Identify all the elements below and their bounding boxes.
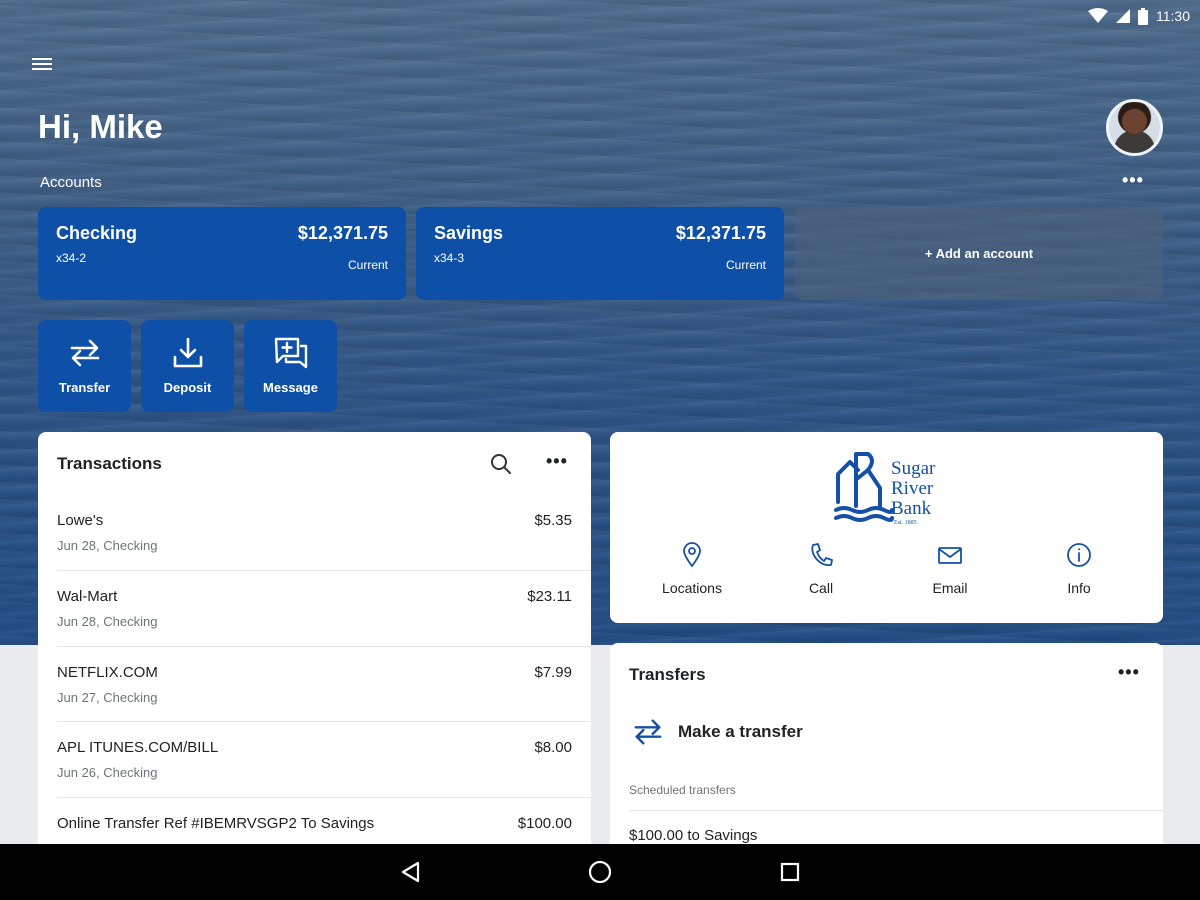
transaction-details: Jun 27, Checking: [57, 690, 158, 705]
email-button[interactable]: Email: [890, 542, 1010, 596]
quick-action-label: Deposit: [163, 380, 212, 395]
info-icon: [1067, 543, 1091, 567]
bank-info-card: Sugar River Bank Est. 1885 Locations Cal…: [610, 432, 1163, 623]
transaction-row[interactable]: Lowe's Jun 28, Checking $5.35: [38, 512, 591, 587]
transaction-details: Jun 26, Checking: [57, 765, 158, 780]
transaction-row[interactable]: Wal-Mart Jun 28, Checking $23.11: [38, 588, 591, 663]
bank-action-label: Info: [1067, 580, 1091, 596]
quick-action-label: Transfer: [58, 380, 111, 395]
account-number: x34-2: [56, 251, 87, 265]
account-number: x34-3: [434, 251, 465, 265]
transfers-title: Transfers: [629, 665, 706, 684]
deposit-icon: [173, 337, 202, 368]
account-balance: $12,371.75: [297, 223, 388, 243]
transfer-icon: [634, 719, 662, 745]
transaction-name: Lowe's: [57, 512, 104, 529]
recents-icon[interactable]: [779, 860, 801, 884]
account-balance: $12,371.75: [675, 223, 766, 243]
transaction-details: Jun 28, Checking: [57, 538, 158, 553]
transaction-name: Online Transfer Ref #IBEMRVSGP2 To Savin…: [57, 815, 375, 832]
transaction-amount: $8.00: [534, 739, 572, 756]
make-transfer-label: Make a transfer: [678, 722, 803, 741]
bank-logo-word: Bank: [891, 498, 932, 519]
wifi-icon: [1088, 8, 1108, 23]
info-button[interactable]: Info: [1019, 542, 1139, 596]
transfers-card: Transfers ••• Make a transfer Scheduled …: [610, 643, 1163, 873]
divider: [57, 570, 591, 571]
transfer-icon: [70, 339, 99, 367]
bank-action-label: Locations: [662, 580, 722, 596]
accounts-label: Accounts: [40, 174, 102, 191]
home-icon[interactable]: [588, 860, 612, 884]
divider: [57, 721, 591, 722]
system-nav-bar: [0, 844, 1200, 900]
back-icon[interactable]: [400, 860, 422, 884]
battery-icon: [1138, 7, 1148, 25]
transaction-amount: $7.99: [534, 664, 572, 681]
add-account-button[interactable]: + Add an account: [795, 207, 1163, 300]
account-balance-type: Current: [347, 258, 388, 272]
bank-logo: Sugar River Bank Est. 1885: [834, 452, 936, 526]
bank-action-label: Call: [808, 580, 834, 596]
divider: [57, 646, 591, 647]
transfer-button[interactable]: Transfer: [38, 320, 131, 412]
search-icon[interactable]: [489, 452, 513, 476]
divider: [57, 797, 591, 798]
greeting-title: Hi, Mike: [38, 108, 163, 145]
transaction-name: NETFLIX.COM: [57, 664, 158, 681]
bank-logo-est: Est. 1885: [894, 520, 917, 526]
scheduled-transfers-label: Scheduled transfers: [629, 783, 736, 797]
make-transfer-button[interactable]: Make a transfer: [632, 716, 803, 748]
transfers-more-icon[interactable]: •••: [1118, 662, 1140, 683]
divider: [629, 810, 1163, 811]
bank-logo-word: Sugar: [891, 458, 936, 479]
status-time: 11:30: [1156, 8, 1190, 24]
status-bar: 11:30: [0, 0, 1200, 32]
account-card-checking[interactable]: Checking x34-2 $12,371.75 Current: [38, 207, 406, 300]
accounts-more-icon[interactable]: •••: [1122, 170, 1144, 191]
transaction-amount: $23.11: [527, 588, 572, 605]
scheduled-transfer-item[interactable]: $100.00 to Savings: [629, 827, 757, 844]
transaction-name: APL ITUNES.COM/BILL: [57, 739, 219, 756]
avatar[interactable]: [1106, 99, 1163, 156]
locations-button[interactable]: Locations: [632, 542, 752, 596]
bank-action-label: Email: [932, 580, 968, 596]
call-button[interactable]: Call: [761, 542, 881, 596]
menu-icon[interactable]: [30, 55, 54, 77]
transaction-row[interactable]: NETFLIX.COM Jun 27, Checking $7.99: [38, 664, 591, 739]
deposit-button[interactable]: Deposit: [141, 320, 234, 412]
transaction-row[interactable]: APL ITUNES.COM/BILL Jun 26, Checking $8.…: [38, 739, 591, 814]
phone-icon: [811, 543, 833, 566]
transaction-amount: $5.35: [534, 512, 572, 529]
transactions-card: Transactions ••• Lowe's Jun 28, Checking…: [38, 432, 591, 852]
transactions-title: Transactions: [57, 454, 162, 473]
transactions-more-icon[interactable]: •••: [546, 451, 568, 472]
transaction-details: Jun 28, Checking: [57, 614, 158, 629]
signal-icon: [1116, 9, 1130, 23]
transaction-amount: $100.00: [517, 815, 572, 832]
quick-action-label: Message: [263, 380, 318, 395]
transaction-name: Wal-Mart: [57, 588, 118, 605]
account-card-savings[interactable]: Savings x34-3 $12,371.75 Current: [416, 207, 784, 300]
message-icon: [274, 337, 307, 369]
email-icon: [938, 547, 962, 564]
account-balance-type: Current: [725, 258, 766, 272]
bank-logo-word: River: [891, 478, 934, 499]
message-button[interactable]: Message: [244, 320, 337, 412]
location-pin-icon: [683, 542, 701, 568]
